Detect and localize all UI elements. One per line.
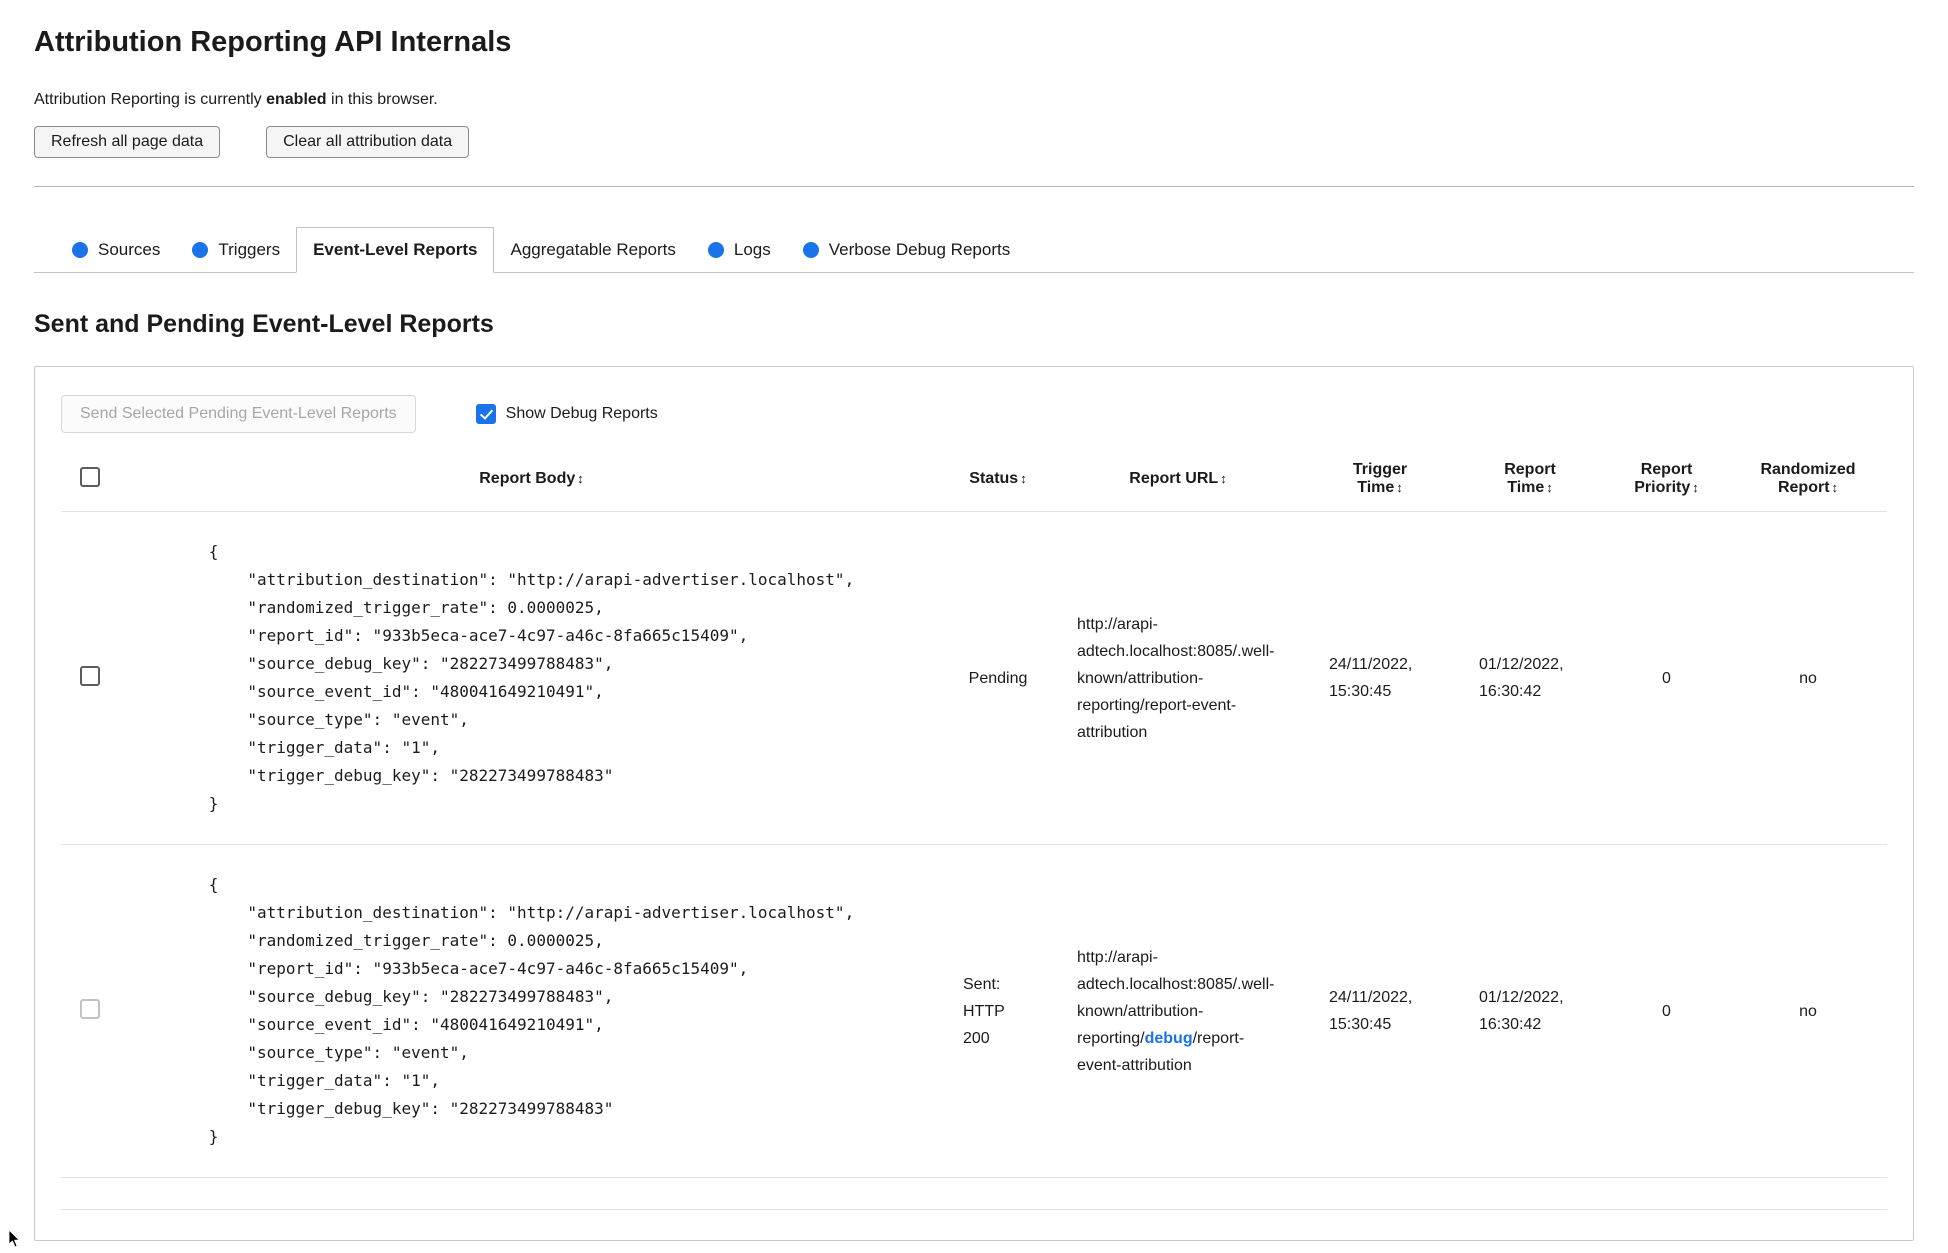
column-header-randomized-report[interactable]: Randomized Report ↕	[1729, 447, 1887, 512]
column-header-report-url[interactable]: Report URL ↕	[1052, 447, 1304, 512]
column-label: Status	[969, 470, 1019, 487]
column-header-status[interactable]: Status ↕	[944, 447, 1052, 512]
randomized-report-value: no	[1799, 1002, 1817, 1020]
trigger-time-cell: 24/11/2022, 15:30:45	[1304, 511, 1456, 845]
sort-icon: ↕	[1396, 480, 1403, 495]
show-debug-reports-toggle[interactable]: Show Debug Reports	[475, 404, 658, 424]
page-controls: Refresh all page data Clear all attribut…	[34, 126, 1914, 158]
status-value: Pending	[968, 669, 1028, 687]
table-footer-row	[61, 1177, 1887, 1210]
sort-icon: ↕	[1220, 471, 1227, 486]
column-label: Report Priority	[1634, 461, 1693, 496]
trigger-time-cell: 24/11/2022, 15:30:45	[1304, 844, 1456, 1178]
report-row-pending: { "attribution_destination": "http://ara…	[61, 511, 1887, 845]
table-footer-spacer	[61, 1177, 1887, 1210]
logs-dot-icon	[707, 241, 724, 258]
status-line: Attribution Reporting is currently enabl…	[34, 91, 1914, 109]
report-url-value: http://arapi-adtech.localhost:8085/.well…	[1077, 611, 1279, 746]
tab-label: Event-Level Reports	[313, 240, 478, 259]
reports-toolbar: Send Selected Pending Event-Level Report…	[61, 395, 1887, 433]
row-select-checkbox[interactable]	[80, 665, 100, 686]
report-time-cell: 01/12/2022, 16:30:42	[1456, 844, 1604, 1178]
show-debug-reports-checkbox[interactable]	[475, 404, 496, 424]
tab-label: Sources	[98, 239, 161, 259]
divider	[34, 186, 1914, 187]
tab-label: Logs	[733, 239, 771, 259]
page-title: Attribution Reporting API Internals	[34, 26, 512, 58]
randomized-report-value: no	[1799, 669, 1817, 687]
attribution-internals-page: Attribution Reporting API Internals Attr…	[0, 0, 1948, 1253]
trigger-time-value: 24/11/2022, 15:30:45	[1329, 656, 1413, 700]
report-row-sent: { "attribution_destination": "http://ara…	[61, 844, 1887, 1178]
column-label: Report URL	[1129, 470, 1219, 487]
sources-dot-icon	[72, 241, 88, 258]
report-priority-cell: 0	[1604, 844, 1729, 1178]
row-select-checkbox	[80, 998, 100, 1019]
tab-triggers[interactable]: Triggers	[176, 227, 296, 272]
tab-aggregatable-reports[interactable]: Aggregatable Reports	[494, 227, 691, 272]
sort-icon: ↕	[1020, 471, 1027, 486]
reports-panel: Send Selected Pending Event-Level Report…	[34, 366, 1914, 1241]
status-suffix: in this browser.	[326, 91, 438, 108]
status-cell: Sent: HTTP 200	[944, 844, 1052, 1178]
report-priority-value: 0	[1662, 669, 1671, 687]
url-prefix: http://arapi-adtech.localhost:8085/.well…	[1077, 615, 1275, 741]
report-priority-cell: 0	[1604, 511, 1729, 845]
status-enabled-text: enabled	[266, 91, 327, 108]
show-debug-reports-label: Show Debug Reports	[505, 405, 658, 422]
randomized-report-cell: no	[1729, 844, 1887, 1178]
report-priority-value: 0	[1662, 1002, 1671, 1020]
mouse-cursor-icon	[8, 1229, 20, 1248]
report-body-json: { "attribution_destination": "http://ara…	[208, 542, 855, 813]
report-body-json: { "attribution_destination": "http://ara…	[208, 875, 855, 1146]
tab-label: Aggregatable Reports	[510, 239, 676, 259]
report-time-value: 01/12/2022, 16:30:42	[1479, 989, 1564, 1033]
select-all-header	[61, 447, 119, 512]
triggers-dot-icon	[192, 241, 209, 258]
url-debug-highlight: debug	[1144, 1029, 1193, 1047]
verbose-debug-dot-icon	[802, 241, 819, 258]
sort-icon: ↕	[1831, 480, 1839, 495]
send-selected-reports-button: Send Selected Pending Event-Level Report…	[61, 395, 416, 433]
section-heading: Sent and Pending Event-Level Reports	[34, 310, 494, 338]
trigger-time-value: 24/11/2022, 15:30:45	[1329, 989, 1413, 1033]
tab-bar: Sources Triggers Event-Level Reports Agg…	[34, 227, 1914, 273]
tab-label: Triggers	[218, 239, 281, 259]
column-header-report-priority[interactable]: Report Priority ↕	[1604, 447, 1729, 512]
report-body-cell: { "attribution_destination": "http://ara…	[119, 511, 944, 845]
report-body-cell: { "attribution_destination": "http://ara…	[119, 844, 944, 1178]
tab-sources[interactable]: Sources	[56, 227, 176, 272]
column-label: Report Body	[479, 470, 576, 487]
column-header-trigger-time[interactable]: Trigger Time ↕	[1304, 447, 1456, 512]
column-header-report-time[interactable]: Report Time ↕	[1456, 447, 1604, 512]
column-header-report-body[interactable]: Report Body ↕	[119, 447, 944, 512]
clear-all-attribution-data-button[interactable]: Clear all attribution data	[266, 126, 470, 158]
report-url-cell: http://arapi-adtech.localhost:8085/.well…	[1052, 511, 1304, 845]
reports-table: Report Body ↕ Status ↕ Report URL ↕ Trigger…	[61, 447, 1887, 1210]
column-label: Randomized Report	[1760, 461, 1856, 496]
report-time-value: 01/12/2022, 16:30:42	[1479, 656, 1564, 700]
tab-label: Verbose Debug Reports	[828, 239, 1011, 259]
status-value: Sent: HTTP 200	[963, 975, 1005, 1047]
sort-icon: ↕	[1546, 480, 1553, 495]
tab-event-level-reports[interactable]: Event-Level Reports	[296, 227, 495, 273]
select-all-checkbox[interactable]	[80, 466, 100, 487]
report-url-cell: http://arapi-adtech.localhost:8085/.well…	[1052, 844, 1304, 1178]
refresh-all-page-data-button[interactable]: Refresh all page data	[34, 126, 221, 158]
status-prefix: Attribution Reporting is currently	[34, 91, 267, 108]
tab-logs[interactable]: Logs	[692, 227, 787, 272]
report-url-value: http://arapi-adtech.localhost:8085/.well…	[1077, 944, 1279, 1079]
randomized-report-cell: no	[1729, 511, 1887, 845]
report-time-cell: 01/12/2022, 16:30:42	[1456, 511, 1604, 845]
sort-icon: ↕	[1692, 480, 1699, 495]
tab-verbose-debug-reports[interactable]: Verbose Debug Reports	[787, 227, 1026, 272]
sort-icon: ↕	[577, 471, 584, 486]
table-header-row: Report Body ↕ Status ↕ Report URL ↕ Trigger…	[61, 447, 1887, 512]
status-cell: Pending	[944, 511, 1052, 845]
